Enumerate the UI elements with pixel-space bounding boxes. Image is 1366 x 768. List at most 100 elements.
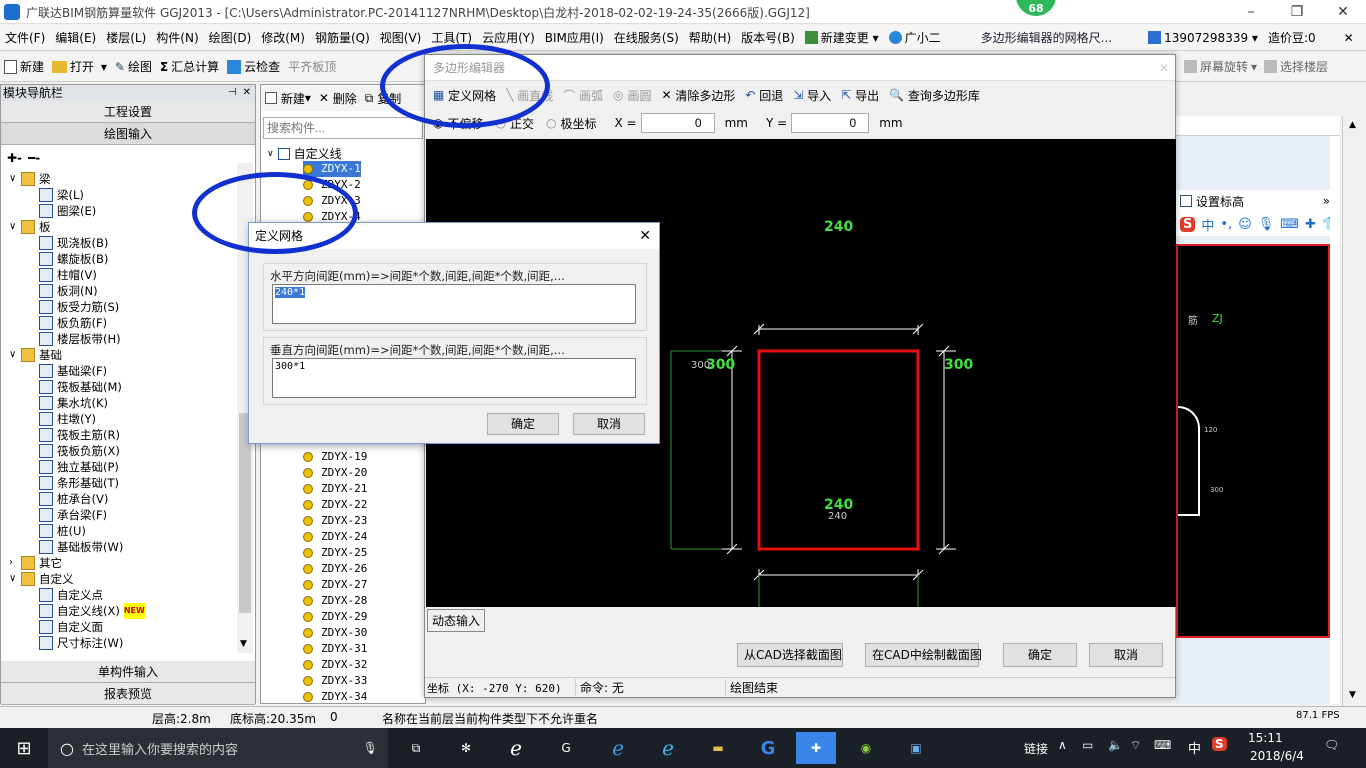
- comp-list-item[interactable]: ZDYX-23: [303, 513, 367, 529]
- report-preview-button[interactable]: 报表预览: [1, 683, 255, 705]
- radio-ortho[interactable]: ○: [496, 116, 506, 130]
- open-button[interactable]: 打开 ▾: [48, 52, 111, 82]
- vertical-input[interactable]: 300*1: [272, 358, 636, 398]
- tree-leaf[interactable]: 基础梁(F): [9, 363, 255, 379]
- ggj-app-icon[interactable]: ✚: [796, 732, 836, 764]
- cloud-check-button[interactable]: 云检查: [223, 52, 284, 82]
- tree-toggle-icon[interactable]: ∨: [9, 171, 21, 187]
- tree-toggle-icon[interactable]: ∨: [9, 347, 21, 363]
- tree-leaf[interactable]: 筏板主筋(R): [9, 427, 255, 443]
- comp-list-item[interactable]: ZDYX-26: [303, 561, 367, 577]
- green-app-icon[interactable]: ◉: [846, 732, 886, 764]
- export-button[interactable]: ⇱ 导出: [841, 87, 879, 104]
- x-input[interactable]: [640, 113, 715, 133]
- collapse-all-icon[interactable]: ━-: [28, 151, 40, 165]
- select-cad-button[interactable]: 从CAD选择截面图: [737, 643, 843, 667]
- comp-list-item[interactable]: ZDYX-25: [303, 545, 367, 561]
- menu-item[interactable]: 帮助(H): [684, 25, 736, 51]
- tree-leaf[interactable]: 承台梁(F): [9, 507, 255, 523]
- rotate-button[interactable]: 屏幕旋转 ▾: [1180, 52, 1261, 82]
- score-badge[interactable]: 68: [1014, 0, 1058, 18]
- tree-leaf[interactable]: 基础板带(W): [9, 539, 255, 555]
- draw-circle-button[interactable]: ◎ 画圆: [613, 87, 651, 104]
- tree-leaf[interactable]: 板负筋(F): [9, 315, 255, 331]
- new-button[interactable]: 新建: [0, 52, 48, 82]
- comp-list-item[interactable]: ZDYX-20: [303, 465, 367, 481]
- radio-polar[interactable]: ○: [546, 116, 556, 130]
- tree-expand-icon[interactable]: ∨: [267, 149, 274, 159]
- dynamic-input-button[interactable]: 动态输入: [427, 609, 486, 632]
- fan-app-icon[interactable]: ✻: [446, 732, 486, 764]
- comp-list-item[interactable]: ZDYX-33: [303, 673, 367, 689]
- tree-group[interactable]: ∨ 梁: [9, 171, 255, 187]
- pin-icon[interactable]: ⊣: [228, 85, 237, 101]
- comp-list-item[interactable]: ZDYX-24: [303, 529, 367, 545]
- tree-leaf[interactable]: 集水坑(K): [9, 395, 255, 411]
- tree-group[interactable]: ∨ 板: [9, 219, 255, 235]
- network-icon[interactable]: ⌔: [1130, 738, 1141, 753]
- comp-list-item[interactable]: ZDYX-1: [303, 161, 361, 177]
- comp-list-item[interactable]: ZDYX-34: [303, 689, 367, 705]
- project-settings-button[interactable]: 工程设置: [1, 101, 255, 123]
- menu-item[interactable]: 修改(M): [256, 25, 310, 51]
- undo-button[interactable]: ↶ 回退: [745, 87, 783, 104]
- tree-leaf[interactable]: 筏板基础(M): [9, 379, 255, 395]
- tree-leaf[interactable]: 柱墩(Y): [9, 411, 255, 427]
- tree-leaf[interactable]: 板受力筋(S): [9, 299, 255, 315]
- poly-ok-button[interactable]: 确定: [1003, 643, 1077, 667]
- comp-list-item[interactable]: ZDYX-19: [303, 449, 367, 465]
- menu-item[interactable]: 云应用(Y): [477, 25, 540, 51]
- menu-item[interactable]: 楼层(L): [101, 25, 151, 51]
- tree-leaf[interactable]: 圈梁(E): [9, 203, 255, 219]
- draw-cad-button[interactable]: 在CAD中绘制截面图: [865, 643, 982, 667]
- grid-close-icon[interactable]: ✕: [639, 223, 651, 249]
- scroll-down-icon[interactable]: ▼: [1349, 690, 1356, 700]
- tree-leaf[interactable]: 板洞(N): [9, 283, 255, 299]
- comp-list-item[interactable]: ZDYX-32: [303, 657, 367, 673]
- volume-icon[interactable]: 🔈: [1108, 738, 1123, 752]
- assistant-menu[interactable]: 广小二: [884, 25, 946, 51]
- tree-leaf[interactable]: 筏板负筋(X): [9, 443, 255, 459]
- tree-group[interactable]: ∨ 基础: [9, 347, 255, 363]
- glodon-g-icon[interactable]: G: [748, 732, 788, 764]
- tree-toggle-icon[interactable]: ∨: [9, 219, 21, 235]
- comp-list-item[interactable]: ZDYX-27: [303, 577, 367, 593]
- import-button[interactable]: ⇲ 导入: [793, 87, 831, 104]
- menu-item[interactable]: 版本号(B): [736, 25, 800, 51]
- radio-no-offset[interactable]: ◉: [433, 116, 443, 130]
- menu-item[interactable]: 钢筋量(Q): [310, 25, 375, 51]
- grid-cancel-button[interactable]: 取消: [573, 413, 645, 435]
- tree-leaf[interactable]: 桩承台(V): [9, 491, 255, 507]
- ime-emoji-icon[interactable]: ☺: [1238, 217, 1252, 232]
- comp-list-item[interactable]: ZDYX-31: [303, 641, 367, 657]
- comp-list-item[interactable]: ZDYX-28: [303, 593, 367, 609]
- tray-up-icon[interactable]: ∧: [1058, 738, 1067, 752]
- define-grid-button[interactable]: ▦ 定义网格: [433, 87, 496, 104]
- tree-leaf[interactable]: 自定义线(X) NEW: [9, 603, 255, 619]
- menu-item[interactable]: 文件(F): [0, 25, 50, 51]
- nav-close-icon[interactable]: ✕: [243, 85, 251, 101]
- ie-blue-icon[interactable]: ℯ: [648, 732, 688, 764]
- comp-list-item[interactable]: ZDYX-22: [303, 497, 367, 513]
- tree-leaf[interactable]: 现浇板(B): [9, 235, 255, 251]
- flatten-button[interactable]: 平齐板顶: [284, 52, 340, 82]
- draw-button[interactable]: ✎ 绘图: [111, 52, 156, 82]
- tree-toggle-icon[interactable]: ∨: [9, 571, 21, 587]
- calc-app-icon[interactable]: ▣: [896, 732, 936, 764]
- tree-leaf[interactable]: 自定义点: [9, 587, 255, 603]
- edge-icon[interactable]: ℯ: [598, 732, 638, 764]
- ime-mic-icon[interactable]: 🎙: [1258, 217, 1275, 232]
- file-explorer-icon[interactable]: ▬: [698, 732, 738, 764]
- tree-leaf[interactable]: 自定义面: [9, 619, 255, 635]
- ie-icon[interactable]: ℯ: [496, 732, 536, 764]
- menu-item[interactable]: 编辑(E): [50, 25, 101, 51]
- y-input[interactable]: [791, 113, 870, 133]
- grid-ok-button[interactable]: 确定: [487, 413, 559, 435]
- comp-delete-button[interactable]: ✕ 删除: [319, 90, 357, 107]
- drawing-input-button[interactable]: 绘图输入: [1, 123, 255, 145]
- poly-close-icon[interactable]: ✕: [1159, 55, 1169, 81]
- draw-arc-button[interactable]: ⌒ 画弧: [563, 87, 603, 104]
- taskbar-search[interactable]: ○ 在这里输入你要搜索的内容 🎙: [48, 728, 388, 768]
- user-phone[interactable]: 13907298339 ▾: [1143, 25, 1263, 51]
- menu-close-icon[interactable]: ✕: [1339, 25, 1359, 51]
